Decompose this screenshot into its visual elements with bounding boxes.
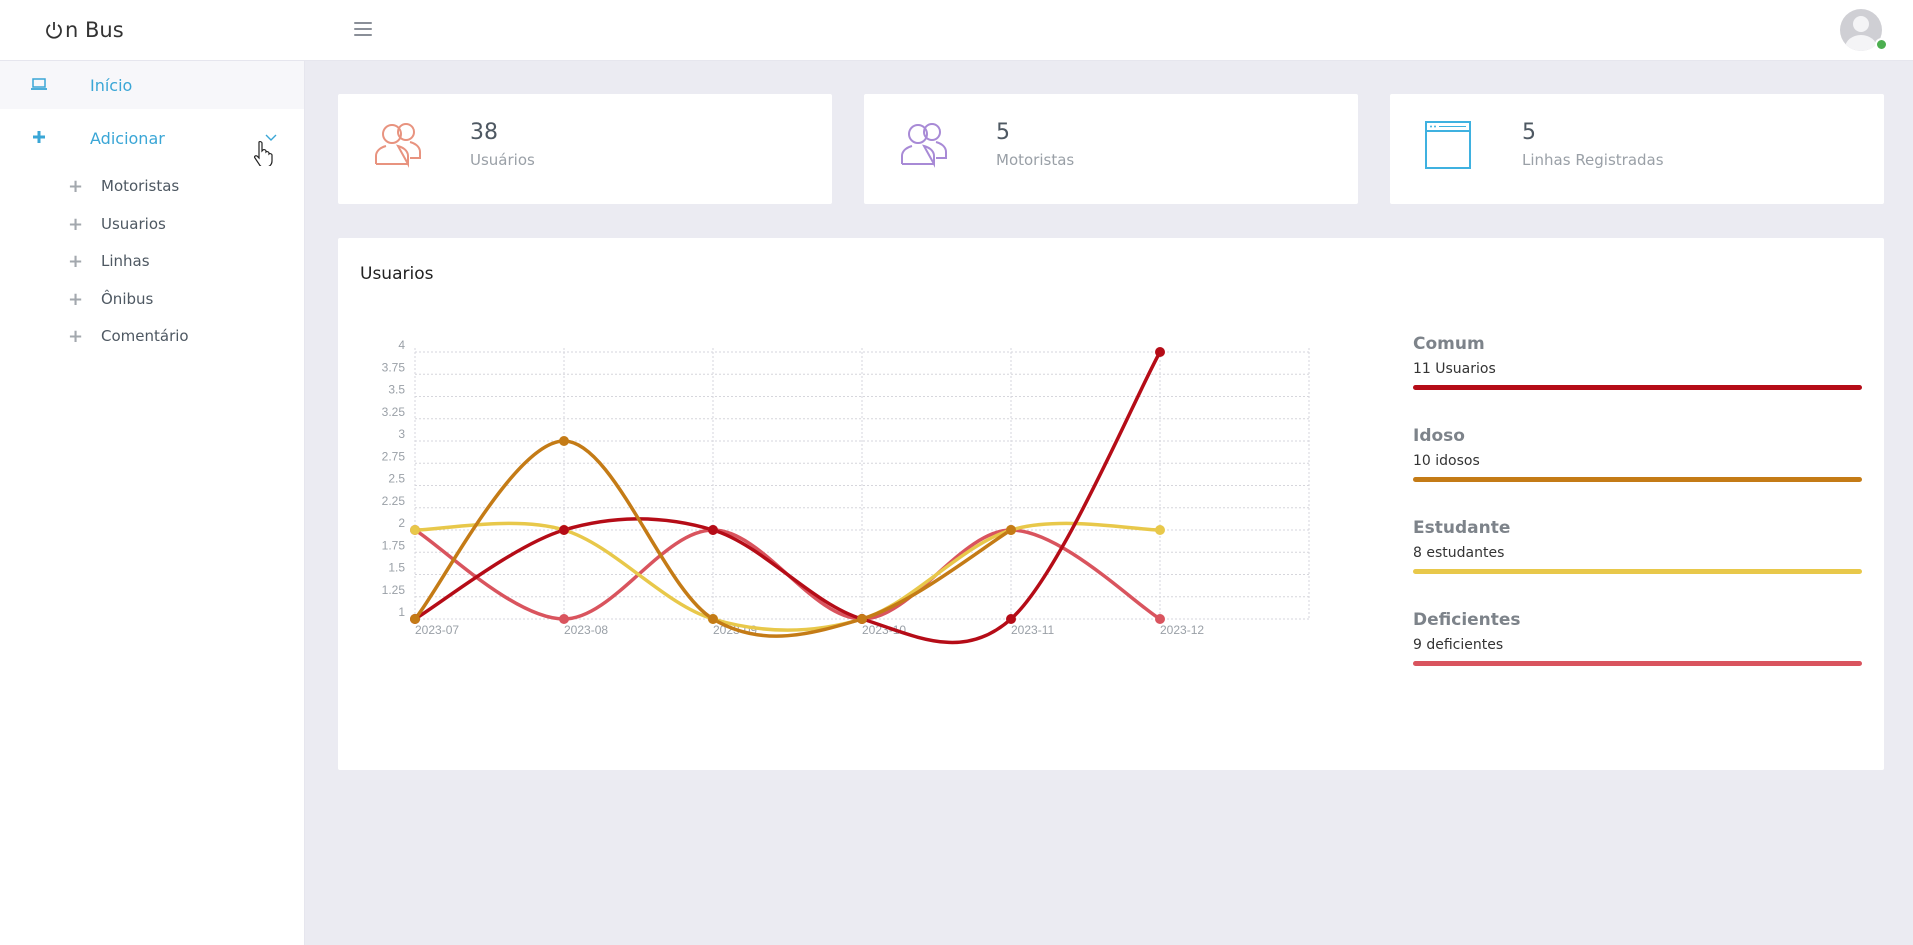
- y-tick-label: 1: [398, 605, 405, 619]
- plus-icon: [33, 131, 45, 143]
- data-point: [1006, 614, 1016, 624]
- legend-bar: [1413, 569, 1862, 574]
- sidebar-subitem-motoristas[interactable]: + Motoristas: [0, 170, 304, 202]
- sidebar-subitem-label: Motoristas: [101, 177, 180, 195]
- x-tick-label: 2023-12: [1160, 623, 1204, 637]
- stat-card-usuarios: 38 Usuários: [338, 94, 832, 204]
- stat-value: 5: [1522, 120, 1536, 145]
- users-icon: [901, 123, 947, 168]
- plus-icon: +: [68, 251, 84, 272]
- top-bar: n Bus: [0, 0, 1913, 61]
- data-point: [559, 614, 569, 624]
- data-point: [559, 436, 569, 446]
- sidebar-item-label: Início: [90, 75, 133, 95]
- y-tick-label: 2.25: [382, 494, 406, 508]
- legend-item-comum: Comum 11 Usuarios: [1413, 334, 1862, 390]
- data-point: [1006, 525, 1016, 535]
- legend-name: Idoso: [1413, 426, 1465, 446]
- data-point: [1155, 347, 1165, 357]
- sidebar-subitem-linhas[interactable]: + Linhas: [0, 245, 304, 277]
- legend-item-estudante: Estudante 8 estudantes: [1413, 518, 1862, 574]
- y-tick-label: 1.75: [382, 538, 406, 552]
- series-line: [413, 350, 1162, 645]
- y-tick-label: 2.75: [382, 449, 406, 463]
- data-point: [1155, 525, 1165, 535]
- data-point: [410, 614, 420, 624]
- y-tick-label: 4: [398, 338, 405, 352]
- sidebar-item-inicio[interactable]: Início: [0, 61, 304, 109]
- data-point: [708, 614, 718, 624]
- y-tick-label: 2.5: [388, 472, 405, 486]
- sidebar: Início Adicionar + Motoristas + Usuarios…: [0, 61, 305, 945]
- legend-count: 9 deficientes: [1413, 637, 1504, 653]
- online-status-indicator: [1875, 38, 1888, 51]
- stat-value: 38: [470, 120, 498, 145]
- sidebar-item-label: Adicionar: [90, 128, 165, 148]
- data-point: [410, 525, 420, 535]
- sidebar-subitem-onibus[interactable]: + Ônibus: [0, 283, 304, 315]
- data-point: [857, 614, 867, 624]
- plus-icon: +: [68, 289, 84, 310]
- users-line-chart: 1 1.25 1.5 1.75 2 2.25 2.5 2.75 3 3.25 3.5 3.75 4 202…: [382, 338, 1310, 645]
- legend-bar: [1413, 385, 1862, 390]
- legend-name: Comum: [1413, 334, 1485, 354]
- x-tick-label: 2023-07: [415, 623, 459, 637]
- y-tick-label: 3.25: [382, 405, 406, 419]
- stat-card-linhas: 5 Linhas Registradas: [1390, 94, 1884, 204]
- plus-icon: +: [68, 214, 84, 235]
- chevron-down-icon[interactable]: [264, 130, 278, 144]
- brand-logo[interactable]: n Bus: [44, 17, 124, 43]
- stat-label: Motoristas: [996, 151, 1075, 169]
- y-tick-label: 3: [398, 427, 405, 441]
- y-tick-label: 3.5: [388, 383, 405, 397]
- plus-icon: +: [68, 176, 84, 197]
- legend-item-idoso: Idoso 10 idosos: [1413, 426, 1862, 482]
- laptop-icon: [31, 78, 47, 90]
- legend-name: Deficientes: [1413, 610, 1521, 630]
- series-line: [413, 439, 1013, 638]
- sidebar-subitem-label: Usuarios: [101, 215, 166, 233]
- brand-name: n Bus: [65, 18, 124, 42]
- legend-item-deficientes: Deficientes 9 deficientes: [1413, 610, 1862, 666]
- users-chart-panel: Usuarios 1 1.25 1.5 1.75 2 2.25 2.5 2.75 3 3.25 3.…: [338, 238, 1884, 770]
- data-point: [1155, 614, 1165, 624]
- legend-bar: [1413, 661, 1862, 666]
- users-icon: [375, 123, 421, 168]
- sidebar-item-adicionar[interactable]: Adicionar: [0, 114, 304, 162]
- sidebar-subitem-label: Comentário: [101, 327, 189, 345]
- stat-card-motoristas: 5 Motoristas: [864, 94, 1358, 204]
- menu-toggle-icon[interactable]: [354, 22, 372, 38]
- sidebar-subitem-comentario[interactable]: + Comentário: [0, 320, 304, 352]
- legend-bar: [1413, 477, 1862, 482]
- legend-count: 8 estudantes: [1413, 545, 1505, 561]
- plus-icon: +: [68, 326, 84, 347]
- stat-label: Linhas Registradas: [1522, 151, 1664, 169]
- browser-window-icon: [1425, 121, 1471, 169]
- stat-value: 5: [996, 120, 1010, 145]
- sidebar-subitem-label: Linhas: [101, 252, 150, 270]
- y-tick-label: 1.5: [388, 561, 405, 575]
- sidebar-subitem-label: Ônibus: [101, 290, 154, 308]
- legend-count: 10 idosos: [1413, 453, 1480, 469]
- x-tick-label: 2023-11: [1011, 623, 1054, 637]
- x-tick-label: 2023-08: [564, 623, 608, 637]
- power-icon: [46, 22, 62, 39]
- y-tick-label: 2: [398, 516, 405, 530]
- sidebar-subitem-usuarios[interactable]: + Usuarios: [0, 208, 304, 240]
- legend-count: 11 Usuarios: [1413, 361, 1496, 377]
- data-point: [708, 525, 718, 535]
- data-point: [559, 525, 569, 535]
- legend-name: Estudante: [1413, 518, 1511, 538]
- y-tick-label: 3.75: [382, 360, 406, 374]
- y-tick-label: 1.25: [382, 583, 406, 597]
- stat-label: Usuários: [470, 151, 535, 169]
